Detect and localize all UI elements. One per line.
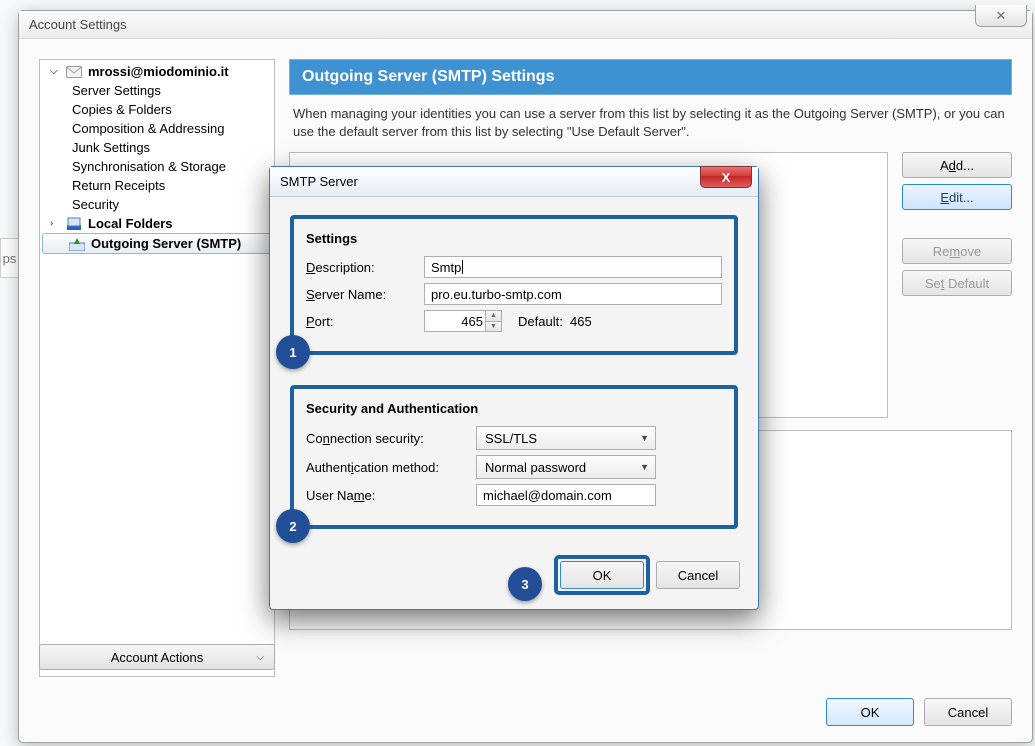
ok-highlight-ring (554, 555, 650, 595)
port-spinner[interactable]: ▲▼ (485, 311, 501, 331)
chevron-down-icon: ▼ (640, 462, 649, 472)
security-legend: Security and Authentication (306, 401, 722, 416)
window-cancel-button[interactable]: Cancel (924, 698, 1012, 726)
tree-local-folders[interactable]: › Local Folders (40, 214, 274, 233)
tree-return-receipts[interactable]: Return Receipts (40, 176, 274, 195)
tree-security[interactable]: Security (40, 195, 274, 214)
dialog-title: SMTP Server (280, 174, 358, 189)
username-label: User Name: (306, 488, 476, 503)
chevron-down-icon: ⌵ (256, 652, 264, 663)
auth-method-select[interactable]: Normal password▼ (476, 455, 656, 479)
close-icon: ✕ (996, 8, 1007, 24)
local-folders-icon (66, 217, 82, 231)
security-auth-group: Security and Authentication Connection s… (290, 385, 738, 529)
tree-copies-folders[interactable]: Copies & Folders (40, 100, 274, 119)
tree-composition[interactable]: Composition & Addressing (40, 119, 274, 138)
connection-security-label: Connection security: (306, 431, 476, 446)
outgoing-icon (69, 237, 85, 251)
tree-junk[interactable]: Junk Settings (40, 138, 274, 157)
default-port-label: Default: 465 (518, 314, 592, 329)
dialog-ok-wrap: OK 3 (560, 561, 644, 589)
settings-legend: Settings (306, 231, 722, 246)
content-description: When managing your identities you can us… (289, 95, 1012, 152)
content-heading: Outgoing Server (SMTP) Settings (289, 59, 1012, 95)
step-badge-3: 3 (508, 567, 542, 601)
background-fragment: ps (0, 238, 18, 278)
window-footer-buttons: OK Cancel (826, 698, 1012, 726)
account-email-label: mrossi@miodominio.it (88, 64, 229, 79)
dialog-footer: OK 3 Cancel (270, 551, 758, 609)
edit-button[interactable]: Edit... (902, 184, 1012, 210)
side-button-column: Add... Edit... Remove Set Default (902, 152, 1012, 418)
dialog-close-button[interactable]: X (700, 166, 752, 188)
dialog-titlebar[interactable]: SMTP Server X (270, 167, 758, 197)
set-default-button[interactable]: Set Default (902, 270, 1012, 296)
window-ok-button[interactable]: OK (826, 698, 914, 726)
description-input[interactable]: Smtp (424, 256, 722, 278)
window-close-button[interactable]: ✕ (975, 5, 1027, 27)
step-badge-1: 1 (276, 335, 310, 369)
server-name-input[interactable]: pro.eu.turbo-smtp.com (424, 283, 722, 305)
spinner-down-icon[interactable]: ▼ (486, 322, 501, 332)
window-title: Account Settings (29, 17, 127, 32)
tree-account-node[interactable]: ⌵ mrossi@miodominio.it (40, 62, 274, 81)
port-label: Port: (306, 314, 424, 329)
dialog-cancel-button[interactable]: Cancel (656, 561, 740, 589)
spinner-up-icon[interactable]: ▲ (486, 311, 501, 322)
chevron-down-icon: ⌵ (50, 66, 60, 77)
tree-sync[interactable]: Synchronisation & Storage (40, 157, 274, 176)
add-button[interactable]: Add... (902, 152, 1012, 178)
envelope-icon (66, 65, 82, 79)
smtp-server-dialog: SMTP Server X Settings Description: Smtp… (269, 166, 759, 610)
window-titlebar[interactable]: Account Settings ✕ (19, 11, 1032, 39)
tree-outgoing-smtp[interactable]: Outgoing Server (SMTP) (42, 233, 272, 254)
account-tree[interactable]: ⌵ mrossi@miodominio.it Server Settings C… (39, 59, 275, 677)
account-actions-label: Account Actions (111, 650, 204, 665)
connection-security-select[interactable]: SSL/TLS▼ (476, 426, 656, 450)
chevron-down-icon: ▼ (640, 433, 649, 443)
description-label: Description: (306, 260, 424, 275)
account-actions-button[interactable]: Account Actions ⌵ (39, 644, 275, 670)
server-name-label: Server Name: (306, 287, 424, 302)
username-input[interactable]: michael@domain.com (476, 484, 656, 506)
remove-button[interactable]: Remove (902, 238, 1012, 264)
close-icon: X (722, 170, 731, 185)
settings-group: Settings Description: Smtp Server Name: … (290, 215, 738, 355)
auth-method-label: Authentication method: (306, 460, 476, 475)
step-badge-2: 2 (276, 509, 310, 543)
text-cursor (462, 260, 463, 274)
tree-server-settings[interactable]: Server Settings (40, 81, 274, 100)
port-input[interactable]: 465 ▲▼ (424, 310, 502, 332)
chevron-right-icon: › (50, 218, 60, 229)
